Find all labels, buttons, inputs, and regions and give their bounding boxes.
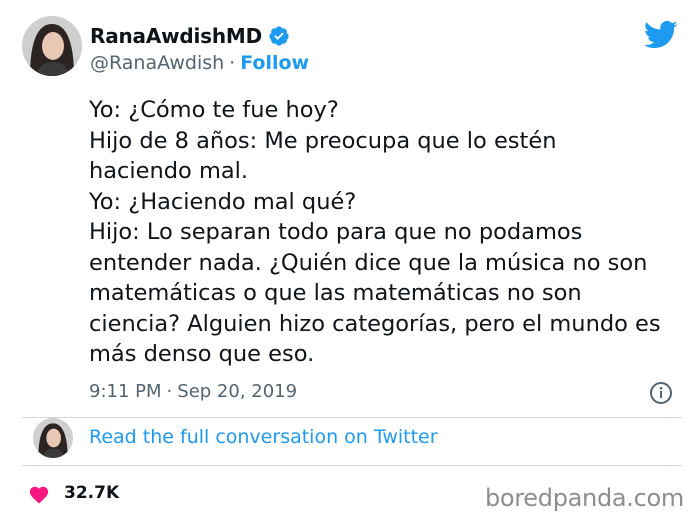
handle[interactable]: @RanaAwdish: [90, 52, 224, 74]
display-name[interactable]: RanaAwdishMD: [90, 24, 262, 48]
tweet-timestamp[interactable]: 9:11 PM · Sep 20, 2019: [89, 381, 297, 402]
tweet-time[interactable]: 9:11 PM: [89, 381, 162, 402]
read-conversation-link[interactable]: Read the full conversation on Twitter: [89, 426, 438, 448]
conversation-avatar[interactable]: [33, 418, 73, 458]
avatar-photo: [22, 16, 82, 76]
divider: [22, 417, 682, 418]
tweet-text: Yo: ¿Cómo te fue hoy? Hijo de 8 años: Me…: [89, 97, 661, 367]
heart-icon[interactable]: [28, 484, 50, 504]
tweet-header: RanaAwdishMD @RanaAwdish · Follow: [22, 16, 682, 76]
follow-button[interactable]: Follow: [240, 52, 309, 74]
verified-badge-icon: [269, 26, 289, 46]
info-icon[interactable]: [649, 381, 673, 405]
separator: ·: [229, 52, 236, 74]
like-count: 32.7K: [64, 483, 120, 503]
watermark: boredpanda.com: [484, 484, 684, 512]
divider: [22, 465, 682, 466]
avatar-photo: [33, 418, 73, 458]
avatar[interactable]: [22, 16, 82, 76]
tweet-date[interactable]: Sep 20, 2019: [177, 381, 297, 402]
twitter-bird-icon[interactable]: [644, 20, 678, 50]
separator: ·: [166, 381, 173, 402]
